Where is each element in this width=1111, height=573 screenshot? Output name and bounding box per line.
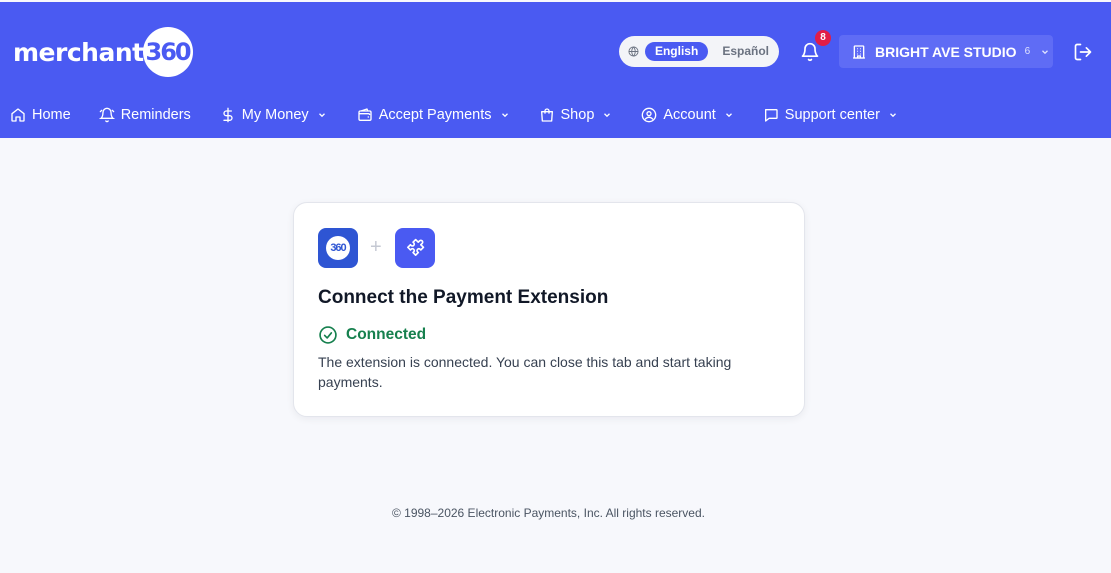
notification-count-badge: 8	[815, 30, 831, 46]
chevron-down-icon	[889, 113, 896, 118]
nav-item-accept-payments[interactable]: Accept Payments	[357, 103, 510, 127]
card-title: Connect the Payment Extension	[318, 287, 609, 308]
logo-wordmark: merchant	[13, 37, 144, 67]
shopping-bag-icon	[540, 108, 553, 122]
nav-item-reminders[interactable]: Reminders	[98, 103, 191, 127]
nav-item-label: Accept Payments	[378, 107, 492, 123]
chevron-down-icon	[1042, 49, 1049, 54]
extension-app-icon	[395, 228, 435, 268]
chevron-down-icon	[604, 113, 611, 118]
chevron-down-icon	[318, 113, 325, 118]
merchant360-app-icon: 360	[318, 228, 358, 268]
language-toggle: English Español	[619, 36, 779, 67]
connection-status: Connected	[318, 325, 426, 345]
nav-item-my-money[interactable]: My Money	[220, 103, 327, 127]
account-name: BRIGHT AVE STUDIO	[875, 43, 1017, 60]
nav-item-label: My Money	[241, 107, 309, 123]
language-option-english[interactable]: English	[644, 42, 709, 61]
nav-item-label: Account	[663, 107, 716, 123]
chevron-down-icon	[725, 113, 732, 118]
puzzle-icon	[407, 238, 425, 256]
nav-item-home[interactable]: Home	[10, 103, 71, 127]
home-icon	[11, 108, 25, 122]
building-icon	[853, 44, 865, 59]
footer-copyright: © 1998–2026 Electronic Payments, Inc. Al…	[391, 506, 705, 520]
status-description: The extension is connected. You can clos…	[318, 354, 732, 390]
chevron-down-icon	[501, 113, 508, 118]
status-label: Connected	[346, 326, 427, 343]
account-switcher-button[interactable]: BRIGHT AVE STUDIO 6	[839, 35, 1053, 68]
bell-icon	[98, 107, 115, 123]
nav-item-label: Home	[32, 107, 71, 123]
app-icon-text: 360	[330, 242, 346, 254]
wallet-icon	[358, 108, 372, 121]
dollar-icon	[223, 107, 233, 123]
notifications-bell-icon[interactable]	[800, 42, 820, 62]
nav-item-shop[interactable]: Shop	[539, 103, 613, 127]
connect-extension-card: 360 + Connect the Payment Extension Conn…	[293, 202, 805, 417]
logout-icon[interactable]	[1073, 42, 1093, 62]
user-circle-icon	[642, 107, 657, 123]
nav-item-support-center[interactable]: Support center	[763, 103, 898, 127]
nav-item-label: Support center	[784, 107, 880, 123]
chat-icon	[764, 109, 778, 122]
logo-number: 360	[145, 38, 192, 66]
nav-item-label: Shop	[560, 107, 595, 123]
logo-360-circle: 360	[142, 27, 193, 77]
plus-icon: +	[370, 236, 382, 258]
nav-item-label: Reminders	[120, 107, 191, 123]
nav-item-account[interactable]: Account	[641, 103, 733, 127]
account-count: 6	[1024, 46, 1031, 57]
merchant360-logo[interactable]: merchant 360	[13, 26, 193, 78]
check-circle-icon	[319, 326, 337, 344]
globe-icon	[628, 46, 639, 57]
main-navigation: Home Reminders My Money Accept Payments …	[0, 103, 898, 127]
language-option-espanol[interactable]: Español	[712, 42, 779, 61]
top-header: merchant 360 English Español 8 BRIGHT AV…	[0, 2, 1111, 138]
